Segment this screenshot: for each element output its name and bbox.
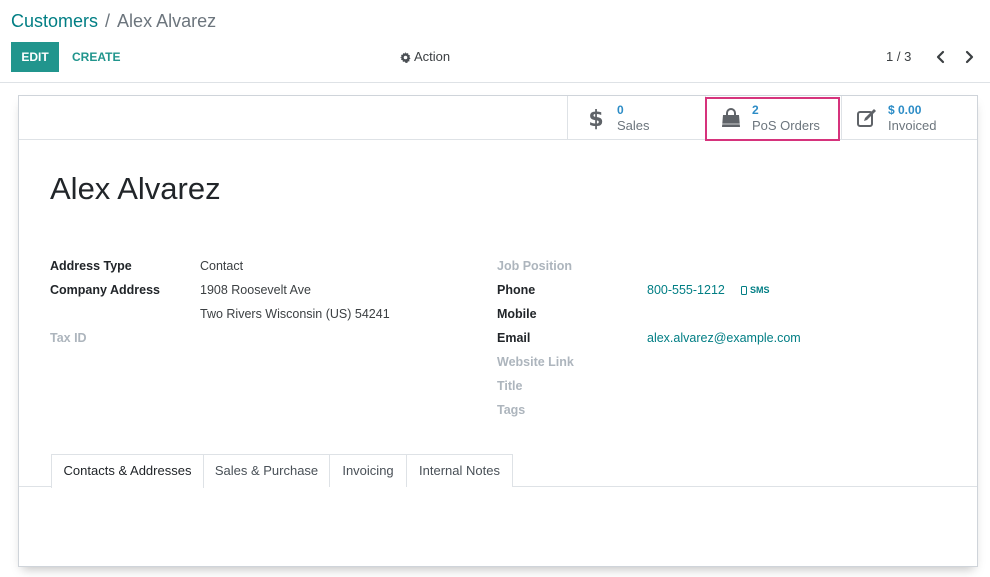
shopping-bag-icon	[722, 108, 740, 127]
svg-text:$: $	[588, 107, 603, 131]
pager-value[interactable]: 1 / 3	[886, 48, 911, 66]
tax-id-label: Tax ID	[50, 331, 87, 345]
action-label: Action	[414, 49, 451, 64]
tab-sales-purchase[interactable]: Sales & Purchase	[203, 454, 330, 487]
sales-smart-button[interactable]: $ 0 Sales	[567, 96, 705, 140]
sms-button[interactable]: SMS	[741, 284, 770, 296]
address-type-value: Contact	[200, 259, 244, 273]
chevron-right-icon[interactable]	[962, 50, 976, 64]
title-label: Title	[497, 379, 523, 393]
dollar-icon: $	[588, 107, 603, 131]
smart-button-box: $ 0 Sales 2 PoS Orders $ 0.00 Invoiced	[19, 96, 977, 141]
invoiced-amount: $ 0.00	[888, 103, 922, 117]
tab-contacts-addresses[interactable]: Contacts & Addresses	[51, 454, 204, 488]
gear-icon	[400, 51, 411, 63]
sms-label: SMS	[750, 285, 770, 295]
invoiced-smart-button[interactable]: $ 0.00 Invoiced	[841, 96, 977, 140]
pencil-square-icon	[857, 109, 876, 127]
breadcrumb-separator: /	[105, 11, 111, 31]
phone-label: Phone	[497, 283, 536, 297]
tab-internal-notes[interactable]: Internal Notes	[406, 454, 513, 487]
tags-label: Tags	[497, 403, 526, 417]
chevron-left-icon[interactable]	[934, 50, 948, 64]
email-value[interactable]: alex.alvarez@example.com	[647, 330, 801, 346]
pos-orders-label: PoS Orders	[752, 118, 820, 133]
job-position-label: Job Position	[497, 259, 572, 273]
edit-button[interactable]: EDIT	[11, 42, 59, 72]
breadcrumb-customers-link[interactable]: Customers	[11, 11, 98, 31]
breadcrumb: Customers / Alex Alvarez	[11, 10, 216, 32]
invoiced-label: Invoiced	[888, 118, 937, 133]
action-dropdown[interactable]: Action	[400, 48, 450, 66]
partner-name: Alex Alvarez	[50, 171, 221, 206]
address-city-line: Two Rivers Wisconsin (US) 54241	[200, 307, 390, 321]
create-button[interactable]: CREATE	[64, 42, 129, 72]
phone-value[interactable]: 800-555-1212	[647, 282, 725, 298]
sales-label: Sales	[617, 118, 650, 133]
email-label: Email	[497, 331, 531, 345]
address-street: 1908 Roosevelt Ave	[200, 283, 311, 297]
tab-invoicing[interactable]: Invoicing	[329, 454, 407, 487]
control-panel: Customers / Alex Alvarez EDIT CREATE Actio…	[0, 0, 990, 83]
sales-count: 0	[617, 103, 624, 117]
form-sheet: $ 0 Sales 2 PoS Orders $ 0.00 Invoiced A…	[18, 95, 978, 567]
pos-orders-count: 2	[752, 103, 759, 117]
mobile-label: Mobile	[497, 307, 537, 321]
breadcrumb-current: Alex Alvarez	[117, 11, 217, 31]
pos-orders-smart-button[interactable]: 2 PoS Orders	[705, 96, 841, 140]
address-type-label: Address Type	[50, 259, 132, 273]
website-label: Website Link	[497, 355, 574, 369]
company-address-label: Company Address	[50, 283, 160, 297]
mobile-icon	[741, 285, 747, 295]
notebook-tabs: Contacts & Addresses Sales & Purchase In…	[19, 454, 977, 488]
